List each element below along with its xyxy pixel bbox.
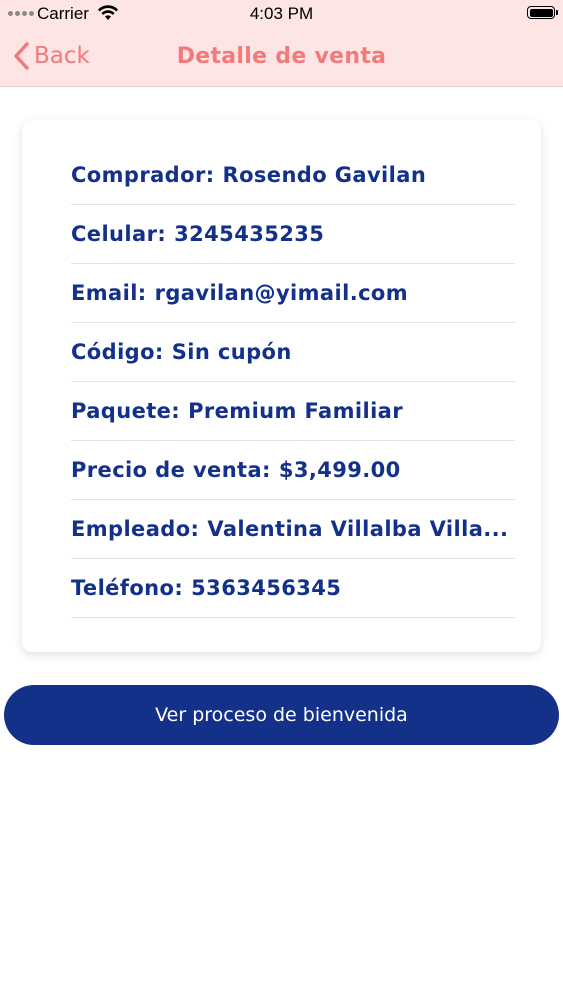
detail-value: 5363456345 [191,576,342,600]
detail-row-phone: Teléfono: 5363456345 [71,559,515,618]
detail-value: Valentina Villalba Villa... [207,517,509,541]
detail-value: Rosendo Gavilan [222,163,427,187]
page-title: Detalle de venta [176,44,387,69]
detail-label: Empleado: [71,517,200,541]
detail-label: Email: [71,281,147,305]
status-time: 4:03 PM [249,4,314,23]
detail-value: $3,499.00 [278,458,401,482]
detail-value: Sin cupón [171,340,292,364]
status-bar: Carrier 4:03 PM [0,0,563,28]
detail-label: Comprador: [71,163,215,187]
battery-icon [527,6,558,19]
detail-row-buyer: Comprador: Rosendo Gavilan [71,146,515,205]
detail-row-mobile: Celular: 3245435235 [71,205,515,264]
detail-label: Celular: [71,222,167,246]
sale-detail-card: Comprador: Rosendo Gavilan Celular: 3245… [22,120,541,652]
detail-label: Código: [71,340,164,364]
detail-row-email: Email: rgavilan@yimail.com [71,264,515,323]
detail-row-code: Código: Sin cupón [71,323,515,382]
detail-label: Teléfono: [71,576,184,600]
detail-value: rgavilan@yimail.com [154,281,409,305]
view-welcome-process-button[interactable]: Ver proceso de bienvenida [4,685,559,745]
detail-value: Premium Familiar [188,399,404,423]
detail-label: Paquete: [71,399,181,423]
detail-row-sale-price: Precio de venta: $3,499.00 [71,441,515,500]
detail-value: 3245435235 [174,222,325,246]
navigation-bar: Back Detalle de venta [0,28,563,87]
detail-label: Precio de venta: [71,458,271,482]
detail-row-package: Paquete: Premium Familiar [71,382,515,441]
detail-row-employee: Empleado: Valentina Villalba Villa... [71,500,515,559]
detail-list: Comprador: Rosendo Gavilan Celular: 3245… [71,146,515,618]
